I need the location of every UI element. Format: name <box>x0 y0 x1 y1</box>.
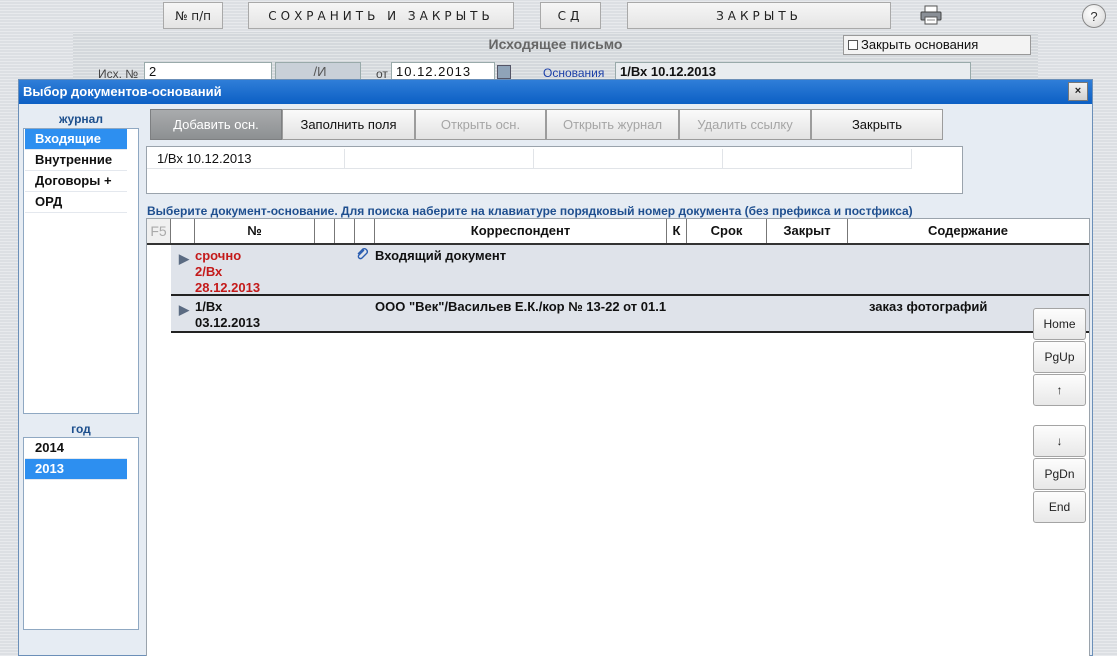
home-button[interactable]: Home <box>1033 308 1086 340</box>
selected-link-item[interactable]: 1/Вх 10.12.2013 <box>147 149 345 169</box>
journal-list[interactable]: Входящие Внутренние Договоры + ОРД <box>23 128 139 414</box>
help-button[interactable]: ? <box>1082 4 1106 28</box>
dialog-titlebar: Выбор документов-оснований × <box>19 80 1092 104</box>
bases-label: Основания <box>543 66 605 80</box>
number-button[interactable]: № п/п <box>163 2 223 29</box>
save-and-close-button[interactable]: СОХРАНИТЬ И ЗАКРЫТЬ <box>248 2 514 29</box>
journal-item-contracts[interactable]: Договоры + <box>25 171 127 192</box>
row-correspondent: Входящий документ <box>375 248 507 263</box>
journal-label: журнал <box>59 112 103 126</box>
year-list[interactable]: 2014 2013 <box>23 437 139 630</box>
calendar-icon[interactable] <box>497 65 511 79</box>
delete-link-button[interactable]: Удалить ссылку <box>679 109 811 140</box>
table-row[interactable]: ▶ 1/Вх 03.12.2013 ООО "Век"/Васильев Е.К… <box>171 296 1089 333</box>
empty-link-cell[interactable] <box>534 149 723 169</box>
journal-item-incoming[interactable]: Входящие <box>25 129 127 150</box>
col-correspondent[interactable]: Корреспондент <box>375 219 667 243</box>
table-row[interactable]: ▶ срочно 2/Вх 28.12.2013 Входящий докуме… <box>171 245 1089 296</box>
f5-refresh-button[interactable]: F5 <box>147 219 171 243</box>
row-content: заказ фотографий <box>869 299 988 314</box>
add-base-button[interactable]: Добавить осн. <box>150 109 282 140</box>
row-expand-icon[interactable]: ▶ <box>179 251 189 267</box>
col-marker <box>171 219 195 243</box>
col-attach <box>315 219 335 243</box>
open-base-button[interactable]: Открыть осн. <box>415 109 546 140</box>
col-content[interactable]: Содержание <box>848 219 1088 243</box>
paperclip-icon[interactable] <box>355 247 369 265</box>
dialog-title: Выбор документов-оснований <box>23 84 222 99</box>
end-button[interactable]: End <box>1033 491 1086 523</box>
close-dialog-button[interactable]: Закрыть <box>811 109 943 140</box>
col-closed[interactable]: Закрыт <box>767 219 848 243</box>
pgup-button[interactable]: PgUp <box>1033 341 1086 373</box>
outgoing-letter-form: Исходящее письмо Закрыть основания Исх. … <box>73 32 1038 82</box>
close-bases-label: Закрыть основания <box>861 37 979 52</box>
row-expand-icon[interactable]: ▶ <box>179 302 189 318</box>
close-form-button[interactable]: ЗАКРЫТЬ <box>627 2 891 29</box>
row-correspondent: ООО "Век"/Васильев Е.К./кор № 13-22 от 0… <box>375 299 667 314</box>
checkbox-icon <box>848 40 858 50</box>
grid-header: F5 № Корреспондент К Срок Закрыт Содержа… <box>147 219 1089 245</box>
selected-links-box[interactable]: 1/Вх 10.12.2013 <box>146 146 963 194</box>
journal-item-ord[interactable]: ОРД <box>25 192 127 213</box>
dialog-close-button[interactable]: × <box>1068 82 1088 101</box>
empty-link-cell[interactable] <box>723 149 912 169</box>
year-label: год <box>71 422 91 436</box>
col-number[interactable]: № <box>195 219 315 243</box>
col-k[interactable]: К <box>667 219 687 243</box>
row-date: 03.12.2013 <box>195 315 261 330</box>
sd-button[interactable]: СД <box>540 2 601 29</box>
open-journal-button[interactable]: Открыть журнал <box>546 109 679 140</box>
journal-item-internal[interactable]: Внутренние <box>25 150 127 171</box>
fill-fields-button[interactable]: Заполнить поля <box>282 109 415 140</box>
row-date: 28.12.2013 <box>195 280 261 295</box>
printer-icon[interactable] <box>920 5 942 25</box>
col-flag <box>335 219 355 243</box>
up-arrow-button[interactable]: ↑ <box>1033 374 1086 406</box>
empty-link-cell[interactable] <box>345 149 534 169</box>
row-number: 1/Вх <box>195 299 223 314</box>
col-due[interactable]: Срок <box>687 219 767 243</box>
down-arrow-button[interactable]: ↓ <box>1033 425 1086 457</box>
year-item-2014[interactable]: 2014 <box>25 438 127 459</box>
row-number: 2/Вх <box>195 264 223 279</box>
search-hint: Выберите документ-основание. Для поиска … <box>147 204 913 218</box>
bases-selection-dialog: Выбор документов-оснований × журнал Вход… <box>18 79 1093 656</box>
year-item-2013[interactable]: 2013 <box>25 459 127 480</box>
close-bases-checkbox[interactable]: Закрыть основания <box>843 35 1031 55</box>
col-flag2 <box>355 219 375 243</box>
row-urgency: срочно <box>195 248 242 263</box>
pgdn-button[interactable]: PgDn <box>1033 458 1086 490</box>
documents-grid[interactable]: F5 № Корреспондент К Срок Закрыт Содержа… <box>146 218 1090 656</box>
